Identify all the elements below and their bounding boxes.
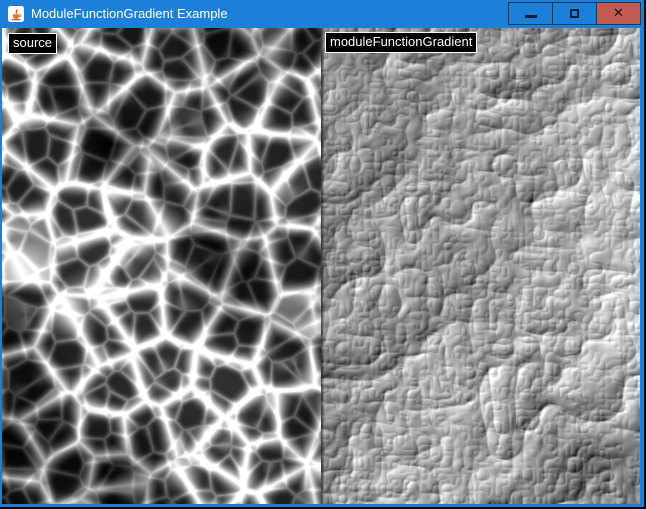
close-icon: ✕ xyxy=(613,7,624,20)
app-window: ModuleFunctionGradient Example ✕ source … xyxy=(0,0,644,507)
source-pane: source xyxy=(2,28,321,504)
module-function-gradient-label: moduleFunctionGradient xyxy=(325,32,477,53)
minimize-button[interactable] xyxy=(508,2,553,25)
window-controls: ✕ xyxy=(509,2,641,25)
gradient-pane: moduleFunctionGradient xyxy=(321,28,640,504)
maximize-button[interactable] xyxy=(552,2,597,25)
source-label: source xyxy=(8,33,57,54)
module-function-gradient-image xyxy=(321,28,640,504)
java-coffee-cup-icon xyxy=(8,6,24,22)
minimize-icon xyxy=(525,15,537,18)
maximize-icon xyxy=(570,9,579,18)
image-area: source moduleFunctionGradient xyxy=(2,28,640,504)
source-noise-image xyxy=(2,28,321,504)
close-button[interactable]: ✕ xyxy=(596,2,641,25)
screenshot-frame: ModuleFunctionGradient Example ✕ source … xyxy=(0,0,646,509)
